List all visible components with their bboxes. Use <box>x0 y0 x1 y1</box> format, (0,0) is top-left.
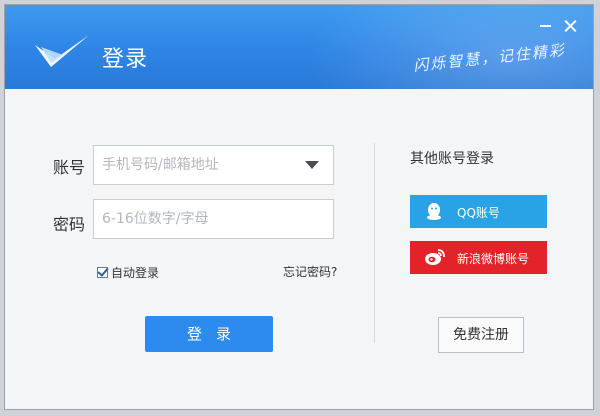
password-label: 密码 <box>53 215 86 234</box>
minimize-button[interactable] <box>537 17 555 33</box>
account-label: 账号 <box>53 158 86 177</box>
register-button[interactable]: 免费注册 <box>438 317 524 353</box>
check-logo-icon <box>35 35 89 67</box>
other-login-title: 其他账号登录 <box>410 151 494 167</box>
weibo-icon <box>425 249 445 265</box>
account-input[interactable] <box>94 146 333 184</box>
header-banner: 登录 闪烁智慧，记住精彩 <box>5 5 593 89</box>
auto-login-label[interactable]: 自动登录 <box>111 264 159 281</box>
qq-login-label: QQ账号 <box>457 206 500 220</box>
qq-penguin-icon <box>427 203 441 220</box>
password-field-box <box>93 199 334 239</box>
close-button[interactable] <box>561 17 579 33</box>
auto-login-checkbox[interactable] <box>97 265 109 278</box>
chevron-down-icon[interactable] <box>305 161 319 169</box>
account-field-box <box>93 145 334 185</box>
window-title: 登录 <box>102 47 149 72</box>
login-window: 登录 闪烁智慧，记住精彩 账号 密码 自动登录 忘记密码? 登录 其他账号登录 <box>4 4 594 410</box>
qq-login-button[interactable]: QQ账号 <box>410 195 547 228</box>
weibo-login-button[interactable]: 新浪微博账号 <box>410 241 547 274</box>
login-button[interactable]: 登录 <box>145 316 273 352</box>
vertical-divider <box>374 143 375 343</box>
password-input[interactable] <box>94 200 333 238</box>
weibo-login-label: 新浪微博账号 <box>457 252 530 266</box>
checkmark-icon <box>97 265 109 277</box>
minimize-icon <box>540 25 551 27</box>
forgot-password-link[interactable]: 忘记密码? <box>283 263 337 280</box>
